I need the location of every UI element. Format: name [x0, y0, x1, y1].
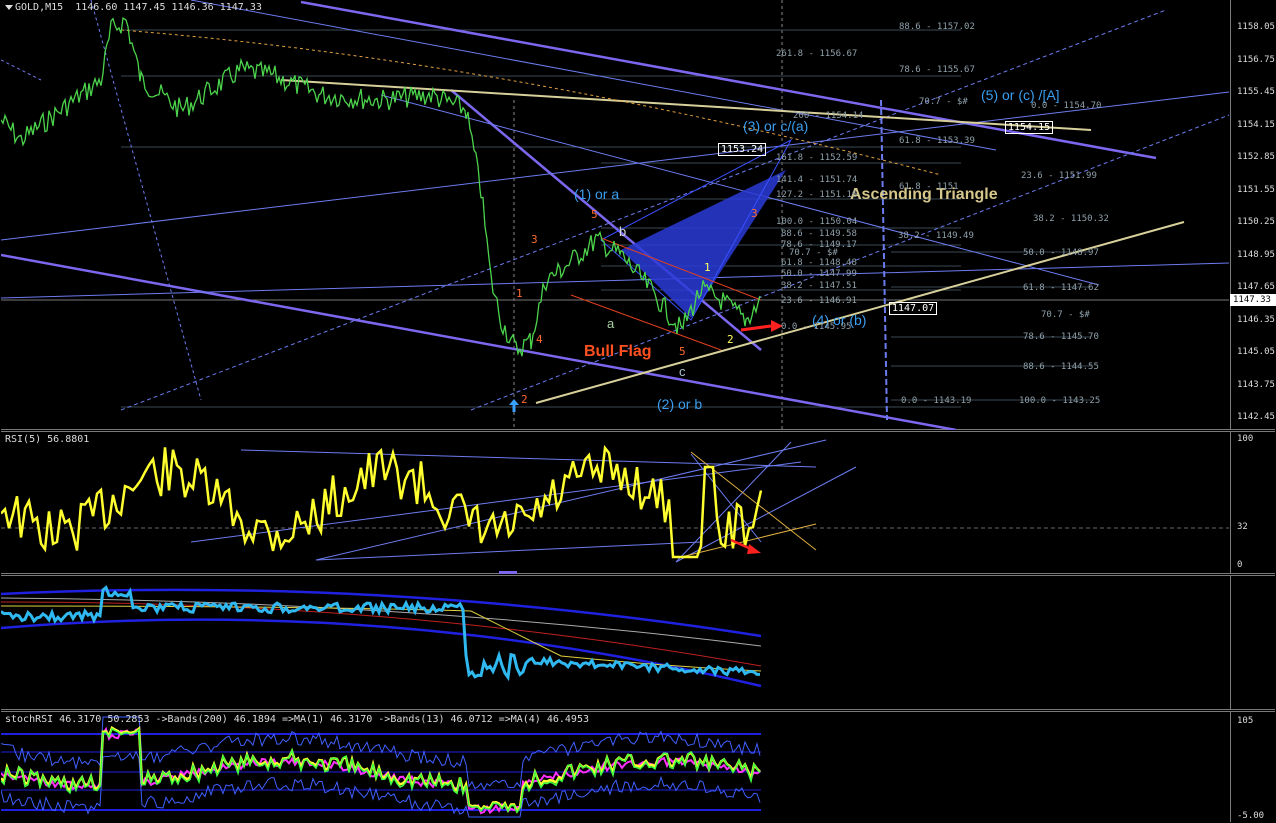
fib-label: 100.0 - 1150.04: [776, 217, 858, 227]
fib-label: 78.6 - 1145.70: [1023, 332, 1099, 342]
symbol: GOLD,M15: [15, 2, 64, 13]
signal-arrow: [740, 324, 772, 332]
price-tick: 1147.65: [1237, 282, 1275, 292]
fib-label: 70.7 - $#: [789, 248, 838, 258]
price-tick: 1155.45: [1237, 87, 1275, 97]
stoch-tick: 105: [1237, 716, 1254, 726]
lower-band: [1, 618, 762, 688]
price-tick: 1142.45: [1237, 412, 1275, 422]
rsi-label: RSI(5) 56.8801: [5, 434, 90, 445]
rsi-arrow-head: [747, 544, 761, 554]
price-tick: 1148.95: [1237, 249, 1275, 260]
current-price-tag: 1147.33: [1230, 294, 1276, 306]
fib-label: 61.8 - 1151: [899, 182, 959, 192]
rsi-axis-line: [1230, 432, 1231, 573]
price-tick: 1154.15: [1237, 119, 1275, 130]
rsi-tick: 0: [1237, 560, 1243, 570]
fib-label: 200 - 1154.14: [793, 111, 864, 121]
wave-num: 3: [531, 233, 538, 246]
stochrsi-canvas[interactable]: [1, 712, 1275, 823]
main-chart-pane[interactable]: GOLD,M15 1146.60 1147.45 1146.36 1147.33…: [1, 0, 1276, 430]
wave1-label: (1) or a: [574, 186, 620, 202]
fib-label: 38.2 - 1150.32: [1033, 214, 1109, 224]
price-tick: 1152.85: [1237, 152, 1275, 162]
fib-label: 61.8 - 1148.48: [781, 258, 857, 268]
wave2-label: (2) or b: [657, 396, 703, 412]
wave-num: 1: [516, 287, 523, 300]
wave-c-label: c: [679, 364, 686, 379]
fib-label: 50.0 - 1147.99: [781, 269, 857, 279]
fib-label: 0.0 - 1154.70: [1031, 101, 1102, 111]
stoch-band: [1, 716, 761, 791]
fib-label: 61.8 - 1153.39: [899, 136, 975, 146]
fib-label: 23.6 - 1146.91: [781, 296, 857, 306]
fib-label: 88.6 - 1157.02: [899, 22, 975, 32]
fib-label: 100.0 - 1143.25: [1019, 396, 1101, 406]
rsi-tick: 100: [1237, 434, 1254, 444]
price-tick: 1150.25: [1237, 217, 1275, 227]
wave-num: 5: [591, 208, 598, 221]
wave-num: 1: [704, 261, 711, 274]
fib-label: 141.4 - 1151.74: [776, 175, 858, 185]
harmonic-pattern[interactable]: [621, 170, 786, 318]
price-box[interactable]: 1147.07: [889, 302, 938, 315]
bull-flag-label: Bull Flag: [584, 343, 652, 360]
price-axis-line: [1230, 0, 1231, 429]
fib-label: 61.8 - 1147.62: [1023, 283, 1099, 293]
rsi-marker: [499, 571, 517, 574]
stochrsi-label: stochRSI 46.3170 50.2853 ->Bands(200) 46…: [5, 714, 589, 725]
price-tick: 1146.35: [1237, 314, 1275, 325]
wave-b-label: b: [619, 224, 627, 239]
rsi-tick: 32: [1237, 522, 1248, 532]
wave-num: 3: [751, 207, 758, 220]
fib-label: 70.7 - $#: [1041, 310, 1090, 320]
fib-label: 38.2 - 1147.51: [781, 281, 857, 291]
stochrsi-pane[interactable]: stochRSI 46.3170 50.2853 ->Bands(200) 46…: [1, 711, 1275, 822]
fib-label: 127.2 - 1151.16: [776, 190, 858, 200]
fib-label: 261.8 - 1156.67: [776, 49, 858, 59]
bands-pane[interactable]: [1, 575, 1275, 710]
upper-band: [1, 588, 762, 638]
price-candles[interactable]: [1, 17, 761, 357]
wave-num: 2: [727, 333, 734, 346]
fib-label: 78.6 - 1155.67: [899, 65, 975, 75]
rsi-trend-lines[interactable]: [190, 439, 857, 563]
price-tick: 1156.75: [1237, 54, 1275, 65]
stoch-axis-line: [1230, 712, 1231, 822]
fib-label: 70.7 - $#: [919, 97, 968, 107]
fib-label: 88.6 - 1144.55: [1023, 362, 1099, 372]
rsi-canvas[interactable]: [1, 432, 1275, 575]
bands-canvas[interactable]: [1, 576, 1275, 711]
fib-label: 0.0 - 1145.95: [781, 322, 852, 332]
wave-num: 4: [536, 333, 543, 346]
chart-title: GOLD,M15 1146.60 1147.45 1146.36 1147.33: [5, 2, 262, 13]
price-tick: 1143.75: [1237, 379, 1275, 390]
price-box[interactable]: 1154.15: [1005, 121, 1054, 134]
price-tick: 1158.05: [1237, 22, 1275, 32]
wave-num: 5: [679, 345, 686, 358]
rsi-line[interactable]: [1, 444, 763, 559]
price-tick: 1151.55: [1237, 184, 1275, 195]
fib-label: 0.0 - 1143.19: [901, 396, 972, 406]
ohlc-values: 1146.60 1147.45 1146.36 1147.33: [75, 2, 262, 13]
wave-a-label: a: [607, 316, 615, 331]
fib-label: 38.2 - 1149.49: [898, 231, 974, 241]
fib-label: 50.0 - 1148.97: [1023, 248, 1099, 258]
dropdown-triangle-icon[interactable]: [5, 4, 13, 10]
fib-label: 23.6 - 1151.99: [1021, 171, 1097, 181]
fib-label: 161.8 - 1152.59: [776, 153, 858, 163]
stoch-tick: -5.00: [1237, 811, 1265, 821]
bands-axis-line: [1230, 576, 1231, 709]
fib-label: 88.6 - 1149.58: [781, 229, 857, 239]
rsi-pane[interactable]: RSI(5) 56.8801 100 32 0: [1, 431, 1275, 574]
price-box[interactable]: 1153.24: [718, 143, 767, 156]
wave-num: 2: [521, 393, 528, 406]
price-tick: 1145.05: [1237, 347, 1275, 357]
ma-red: [1, 601, 762, 667]
